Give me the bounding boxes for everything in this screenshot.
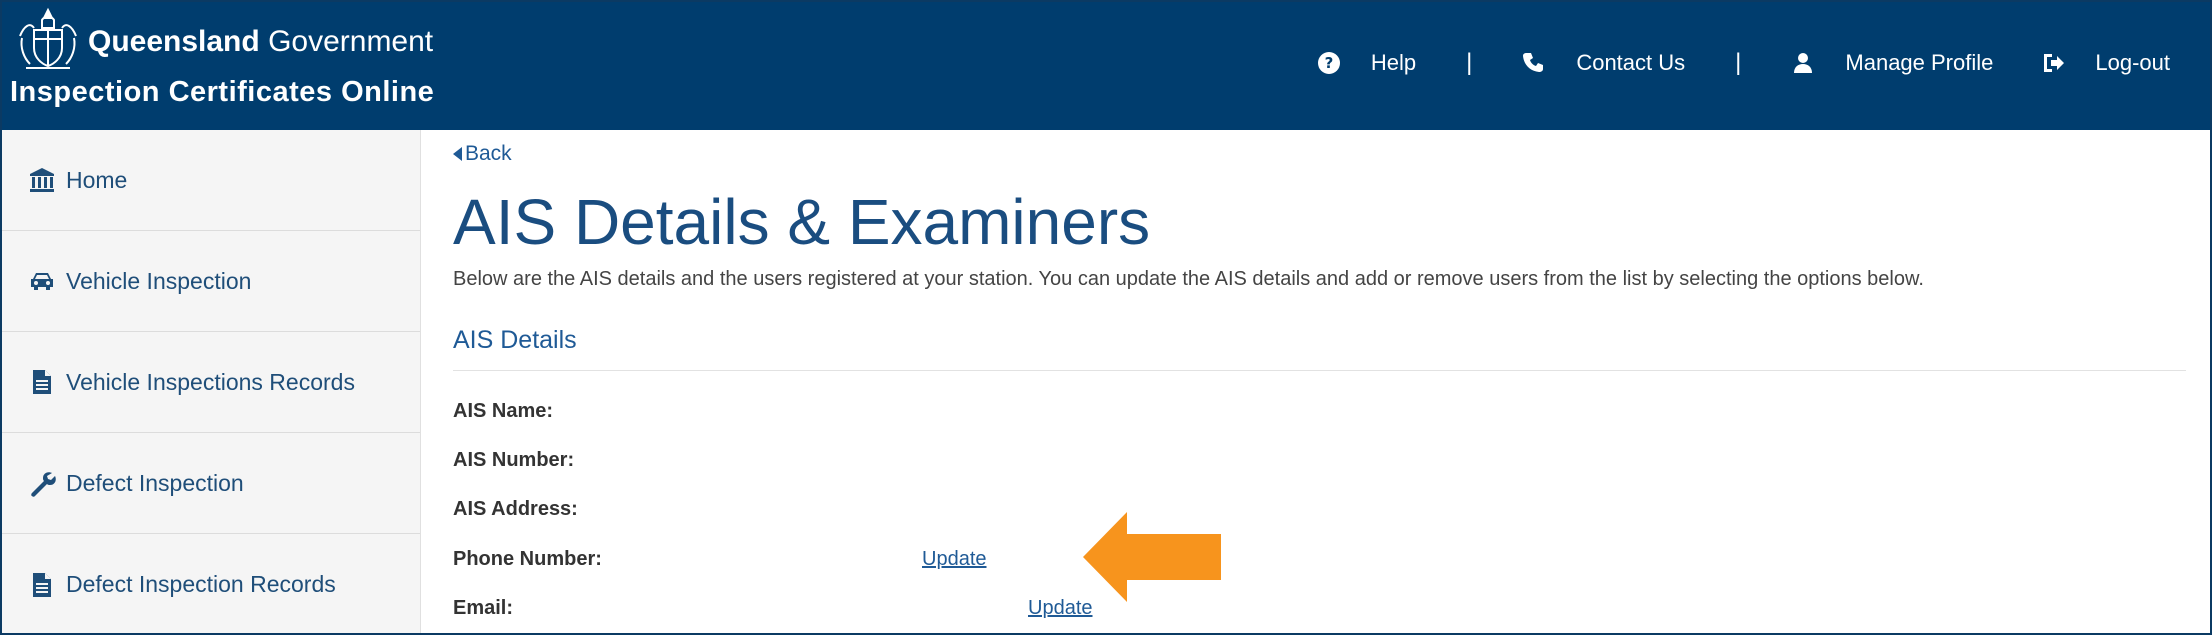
gov-name-rest: Government: [268, 25, 434, 58]
phone-number-label: Phone Number:: [453, 548, 602, 570]
sign-out-icon: [2044, 54, 2065, 72]
sidebar-item-label: Defect Inspection: [66, 469, 244, 496]
logout-label: Log-out: [2095, 50, 2170, 75]
document-icon: [33, 370, 51, 394]
manage-profile-link[interactable]: Manage Profile: [1791, 50, 1993, 76]
app-title: Inspection Certificates Online: [10, 76, 435, 108]
ais-number-label: AIS Number:: [453, 449, 575, 471]
page-intro: Below are the AIS details and the users …: [453, 268, 1924, 290]
update-phone-link[interactable]: Update: [922, 548, 987, 571]
sidebar-item-defect-inspection-records[interactable]: Defect Inspection Records: [2, 534, 420, 633]
svg-text:?: ?: [1324, 54, 1333, 72]
nav-separator: |: [1735, 49, 1742, 76]
user-icon: [1794, 53, 1813, 73]
sidebar-item-label: Vehicle Inspections Records: [66, 368, 355, 395]
sidebar-item-home[interactable]: Home: [2, 130, 420, 231]
back-label: Back: [465, 142, 512, 165]
sidebar-item-label: Home: [66, 166, 128, 193]
main-content: Back AIS Details & Examiners Below are t…: [453, 130, 2188, 633]
header-nav: ? Help | Contact Us | Manage Profile Log…: [1317, 46, 2170, 80]
gov-name-bold: Queensland: [88, 25, 260, 58]
ais-name-label: AIS Name:: [453, 400, 554, 422]
back-link[interactable]: Back: [453, 142, 512, 166]
sidebar: Home Vehicle Inspection Vehicle Inspecti…: [2, 130, 421, 633]
contact-label: Contact Us: [1576, 50, 1686, 75]
app-window: Queensland Government Inspection Certifi…: [0, 0, 2212, 635]
ais-address-label: AIS Address:: [453, 498, 578, 520]
logout-link[interactable]: Log-out: [2041, 50, 2170, 76]
bank-icon: [30, 168, 54, 192]
question-circle-icon: ?: [1317, 52, 1340, 74]
page-title: AIS Details & Examiners: [453, 186, 1151, 258]
sidebar-item-defect-inspection[interactable]: Defect Inspection: [2, 433, 420, 534]
help-label: Help: [1370, 50, 1417, 75]
orange-arrow-icon: [1083, 512, 1221, 602]
email-label: Email:: [453, 597, 514, 619]
top-header: Queensland Government Inspection Certifi…: [2, 2, 2210, 130]
document-icon: [33, 572, 51, 597]
sidebar-item-vehicle-inspection[interactable]: Vehicle Inspection: [2, 231, 420, 332]
sidebar-item-vehicle-inspection-records[interactable]: Vehicle Inspections Records: [2, 332, 420, 433]
queensland-crest-icon: [19, 7, 77, 69]
profile-label: Manage Profile: [1845, 50, 1994, 75]
section-divider: [453, 370, 2186, 371]
car-icon: [31, 273, 53, 290]
sidebar-item-label: Vehicle Inspection: [66, 267, 252, 294]
help-link[interactable]: ? Help: [1317, 50, 1416, 76]
contact-us-link[interactable]: Contact Us: [1522, 50, 1685, 76]
nav-separator: |: [1466, 49, 1473, 76]
section-heading: AIS Details: [453, 326, 577, 354]
sidebar-item-label: Defect Inspection Records: [66, 571, 336, 597]
phone-icon: [1523, 53, 1544, 72]
government-name: Queensland Government: [88, 24, 433, 60]
wrench-icon: [31, 472, 56, 497]
caret-left-icon: [453, 147, 462, 161]
